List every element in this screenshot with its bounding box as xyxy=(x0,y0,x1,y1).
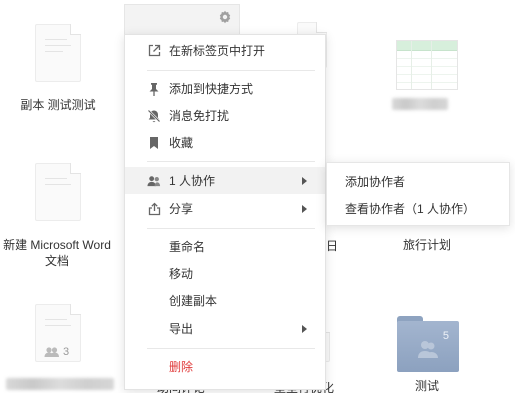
chevron-right-icon xyxy=(302,176,307,185)
blurred-file-name xyxy=(392,98,448,110)
menu-item-mute[interactable]: 消息免打扰 xyxy=(125,102,325,129)
people-icon xyxy=(147,174,161,188)
collaborate-submenu: 添加协作者 查看协作者（1 人协作） xyxy=(326,162,510,226)
menu-item-move[interactable]: 移动 xyxy=(125,260,325,287)
document-icon xyxy=(35,24,81,82)
menu-item-delete[interactable]: 删除 xyxy=(125,353,325,380)
spreadsheet-icon xyxy=(396,40,458,90)
file-name: 新建 Microsoft Word 文档 xyxy=(3,238,111,268)
menu-item-open-new-tab[interactable]: 在新标签页中打开 xyxy=(125,37,325,64)
document-icon xyxy=(35,163,81,221)
file-name: 测试 xyxy=(414,379,439,393)
menu-divider xyxy=(147,161,315,162)
partial-file-name: 日 xyxy=(326,239,339,253)
menu-divider xyxy=(147,70,315,71)
file-name: 旅行计划 xyxy=(402,238,451,252)
shared-folder-icon: 5 xyxy=(397,316,459,372)
blurred-file-name xyxy=(6,378,114,390)
chevron-right-icon xyxy=(302,324,307,333)
submenu-item-view-collaborators[interactable]: 查看协作者（1 人协作） xyxy=(327,195,509,222)
menu-item-add-shortcut[interactable]: 添加到快捷方式 xyxy=(125,75,325,102)
file-name: 副本 测试测试 xyxy=(20,98,96,112)
gear-icon[interactable] xyxy=(218,10,232,24)
menu-item-collaborate[interactable]: 1 人协作 xyxy=(125,167,325,194)
chevron-right-icon xyxy=(302,204,307,213)
menu-item-favorite[interactable]: 收藏 xyxy=(125,129,325,156)
open-new-tab-icon xyxy=(147,44,161,58)
people-icon xyxy=(44,347,59,357)
share-icon xyxy=(147,202,161,216)
bookmark-icon xyxy=(147,136,161,150)
submenu-item-add-collaborator[interactable]: 添加协作者 xyxy=(327,168,509,195)
menu-divider xyxy=(147,228,315,229)
pin-icon xyxy=(147,82,161,96)
context-menu: 在新标签页中打开 添加到快捷方式 消息免打扰 收藏 1 人协作 分享 重命名 移… xyxy=(124,34,326,390)
mute-bell-icon xyxy=(147,109,161,123)
people-icon xyxy=(418,341,438,358)
menu-divider xyxy=(147,348,315,349)
menu-item-export[interactable]: 导出 xyxy=(125,315,325,342)
menu-item-rename[interactable]: 重命名 xyxy=(125,233,325,260)
collaborator-badge: 3 xyxy=(44,346,69,358)
menu-item-share[interactable]: 分享 xyxy=(125,195,325,222)
menu-item-duplicate[interactable]: 创建副本 xyxy=(125,287,325,314)
